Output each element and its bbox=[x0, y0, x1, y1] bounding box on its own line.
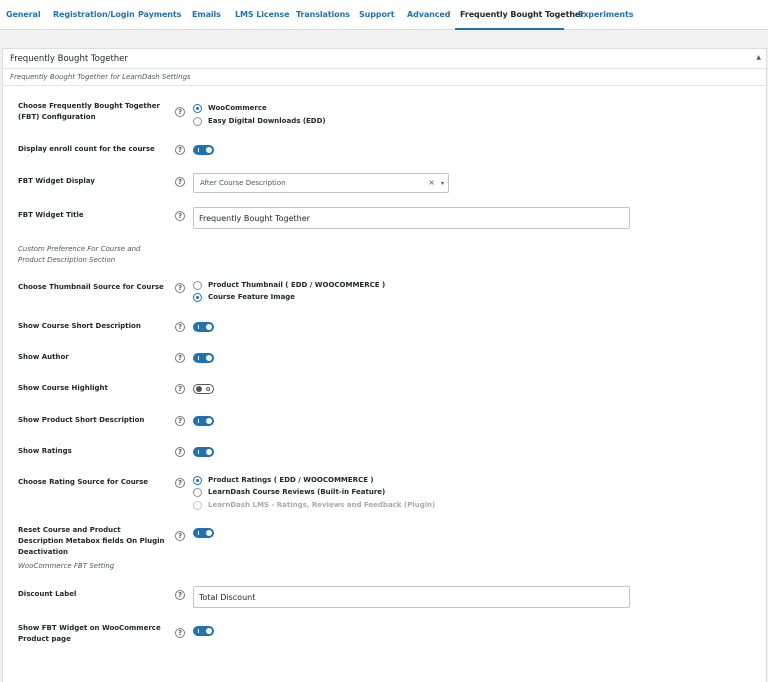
help-icon[interactable]: ? bbox=[175, 107, 185, 117]
radio-label: Product Ratings ( EDD / WOOCOMMERCE ) bbox=[208, 476, 374, 484]
course-highlight-toggle[interactable] bbox=[193, 384, 214, 394]
tab-advanced[interactable]: Advanced bbox=[407, 0, 450, 30]
radio-icon[interactable] bbox=[193, 117, 202, 126]
help-icon[interactable]: ? bbox=[175, 447, 185, 457]
panel-header[interactable]: Frequently Bought Together ▲ bbox=[3, 49, 766, 69]
tab-translations[interactable]: Translations bbox=[296, 0, 350, 30]
tab-emails[interactable]: Emails bbox=[192, 0, 221, 30]
ratings-toggle[interactable] bbox=[193, 447, 214, 457]
tab-frequently-bought-together[interactable]: Frequently Bought Together bbox=[455, 0, 584, 30]
course-short-desc-toggle[interactable] bbox=[193, 322, 214, 332]
rating-source-label: Choose Rating Source for Course bbox=[18, 478, 149, 486]
radio-icon[interactable] bbox=[193, 476, 202, 485]
triangle-up-icon[interactable]: ▲ bbox=[756, 54, 761, 61]
tab-payments[interactable]: Payments bbox=[138, 0, 181, 30]
enroll-count-label: Display enroll count for the course bbox=[18, 145, 155, 153]
radio-icon[interactable] bbox=[193, 281, 202, 290]
course-highlight-label: Show Course Highlight bbox=[18, 384, 108, 392]
radio-icon bbox=[193, 501, 202, 510]
widget-display-label: FBT Widget Display bbox=[18, 177, 95, 185]
help-icon[interactable]: ? bbox=[175, 353, 185, 363]
product-short-desc-toggle[interactable] bbox=[193, 416, 214, 426]
tab-general[interactable]: General bbox=[6, 0, 41, 30]
radio-label: WooCommerce bbox=[208, 104, 267, 112]
settings-tabs: General Registration/Login Payments Emai… bbox=[0, 0, 768, 30]
course-short-desc-label: Show Course Short Description bbox=[18, 322, 141, 330]
enroll-count-toggle[interactable] bbox=[193, 145, 214, 155]
widget-title-input[interactable]: Frequently Bought Together bbox=[193, 207, 630, 229]
help-icon[interactable]: ? bbox=[175, 531, 185, 541]
discount-label-input[interactable]: Total Discount bbox=[193, 586, 630, 608]
chevron-down-icon[interactable]: ▾ bbox=[441, 180, 444, 187]
section-woocommerce: WooCommerce FBT Setting bbox=[18, 562, 115, 570]
help-icon[interactable]: ? bbox=[175, 283, 185, 293]
radio-label: Course Feature Image bbox=[208, 293, 296, 301]
woo-widget-toggle[interactable] bbox=[193, 626, 214, 636]
woo-widget-label: Show FBT Widget on WooCommerce Product p… bbox=[18, 624, 161, 643]
help-icon[interactable]: ? bbox=[175, 322, 185, 332]
radio-label: Easy Digital Downloads (EDD) bbox=[208, 117, 326, 125]
help-icon[interactable]: ? bbox=[175, 211, 185, 221]
radio-icon[interactable] bbox=[193, 293, 202, 302]
help-icon[interactable]: ? bbox=[175, 145, 185, 155]
tab-experiments[interactable]: Experiments bbox=[578, 0, 634, 30]
panel-title: Frequently Bought Together bbox=[10, 54, 128, 64]
widget-display-select[interactable]: After Course Description × ▾ bbox=[193, 173, 449, 193]
settings-panel: Frequently Bought Together ▲ Frequently … bbox=[2, 48, 767, 682]
discount-label-label: Discount Label bbox=[18, 590, 77, 598]
tab-lms-license[interactable]: LMS License bbox=[235, 0, 290, 30]
author-label: Show Author bbox=[18, 353, 69, 361]
thumb-source-label: Choose Thumbnail Source for Course bbox=[18, 283, 164, 291]
radio-icon[interactable] bbox=[193, 488, 202, 497]
tab-registration-login[interactable]: Registration/Login bbox=[53, 0, 135, 30]
panel-divider bbox=[3, 85, 766, 86]
panel-subtitle: Frequently Bought Together for LearnDash… bbox=[10, 73, 191, 81]
radio-label: LearnDash Course Reviews (Built-in Featu… bbox=[208, 488, 386, 496]
author-toggle[interactable] bbox=[193, 353, 214, 363]
tab-support[interactable]: Support bbox=[359, 0, 395, 30]
clear-icon[interactable]: × bbox=[428, 178, 435, 187]
radio-label: LearnDash LMS - Ratings, Reviews and Fee… bbox=[208, 501, 436, 509]
help-icon[interactable]: ? bbox=[175, 590, 185, 600]
help-icon[interactable]: ? bbox=[175, 416, 185, 426]
select-value: After Course Description bbox=[200, 179, 286, 187]
reset-fields-label: Reset Course and Product Description Met… bbox=[18, 526, 165, 556]
help-icon[interactable]: ? bbox=[175, 177, 185, 187]
product-short-desc-label: Show Product Short Description bbox=[18, 416, 145, 424]
widget-title-label: FBT Widget Title bbox=[18, 211, 84, 219]
radio-icon[interactable] bbox=[193, 104, 202, 113]
ratings-label: Show Ratings bbox=[18, 447, 72, 455]
radio-label: Product Thumbnail ( EDD / WOOCOMMERCE ) bbox=[208, 281, 386, 289]
help-icon[interactable]: ? bbox=[175, 628, 185, 638]
reset-fields-toggle[interactable] bbox=[193, 528, 214, 538]
section-custom-preference: Custom Preference For Course and Product… bbox=[18, 245, 141, 264]
help-icon[interactable]: ? bbox=[175, 384, 185, 394]
help-icon[interactable]: ? bbox=[175, 478, 185, 488]
fbt-config-label: Choose Frequently Bought Together (FBT) … bbox=[18, 102, 160, 121]
